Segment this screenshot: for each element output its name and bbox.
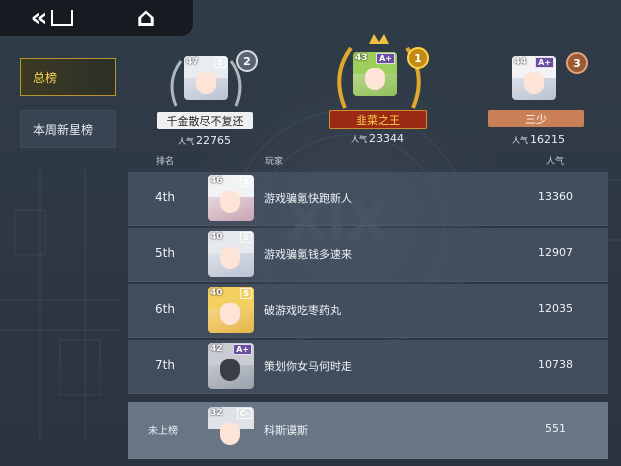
player-name: 三少 — [488, 110, 584, 127]
popularity-label: 人气 — [178, 137, 194, 146]
row-player-name: 破游戏吃枣药丸 — [264, 304, 341, 317]
row-score: 12907 — [538, 246, 573, 259]
tab-overall[interactable]: 总榜 — [20, 58, 116, 96]
avatar: 47 S — [184, 56, 228, 100]
row-player-name: 游戏骗氪快跑新人 — [264, 192, 352, 205]
avatar: 40 S — [208, 231, 254, 277]
column-popularity: 人气 — [546, 157, 565, 167]
rank-badge-1: 1 — [407, 47, 429, 69]
row-score: 551 — [545, 422, 566, 435]
top-bar: « ⌂ — [0, 0, 193, 36]
rarity-badge: A+ — [535, 57, 554, 68]
row-player-name: 科斯谟斯 — [264, 424, 308, 437]
row-rank: 7th — [155, 358, 175, 372]
row-rank: 4th — [155, 190, 175, 204]
rarity-badge: A+ — [376, 53, 395, 64]
player-name: 千金散尽不复还 — [157, 112, 253, 129]
back-button[interactable]: « — [22, 0, 82, 36]
level-label: 40 — [210, 288, 223, 298]
column-player: 玩家 — [265, 157, 284, 167]
rank-badge-2: 2 — [236, 50, 258, 72]
level-label: 43 — [355, 53, 368, 63]
row-player-name: 游戏骗氪钱多速来 — [264, 248, 352, 261]
level-label: 40 — [210, 232, 223, 242]
rank-badge-3: 3 — [566, 52, 588, 74]
row-score: 13360 — [538, 190, 573, 203]
table-row[interactable]: 7th 42 A+ 策划你女马何时走 10738 — [128, 340, 608, 394]
ranking-tabs: 总榜 本周新星榜 — [20, 58, 116, 162]
popularity-value: 16215 — [530, 133, 565, 146]
table-row[interactable]: 5th 40 S 游戏骗氪钱多速来 12907 — [128, 228, 608, 282]
rarity-badge: A+ — [233, 344, 252, 355]
home-button[interactable]: ⌂ — [128, 0, 164, 36]
level-label: 47 — [186, 57, 199, 67]
home-icon: ⌂ — [136, 3, 156, 33]
level-label: 44 — [514, 57, 527, 67]
podium-rank-1[interactable]: 43 A+ 1 韭菜之王 人气 23344 — [327, 30, 431, 148]
row-player-name: 策划你女马何时走 — [264, 360, 352, 373]
level-label: 42 — [210, 344, 223, 354]
row-score: 12035 — [538, 302, 573, 315]
avatar: 46 S — [208, 175, 254, 221]
rarity-badge: S — [240, 176, 252, 187]
popularity-value: 22765 — [196, 134, 231, 147]
avatar: 40 S — [208, 287, 254, 333]
tab-weekly-new-star[interactable]: 本周新星榜 — [20, 110, 116, 148]
row-rank: 6th — [155, 302, 175, 316]
avatar: 42 A+ — [208, 343, 254, 389]
rarity-badge: S — [240, 232, 252, 243]
rarity-badge: S — [240, 288, 252, 299]
table-header: 排名 玩家 人气 — [128, 150, 608, 170]
avatar: 44 A+ — [512, 56, 556, 100]
tab-label: 总榜 — [33, 70, 58, 85]
avatar: 43 A+ — [353, 52, 397, 96]
podium-rank-3[interactable]: 44 A+ 3 三少 人气 16215 — [486, 50, 588, 150]
rarity-badge: S — [214, 57, 226, 68]
popularity-value: 23344 — [369, 132, 404, 145]
level-label: 46 — [210, 176, 223, 186]
avatar: 32 C- — [208, 407, 254, 453]
table-row[interactable]: 6th 40 S 破游戏吃枣药丸 12035 — [128, 284, 608, 338]
row-rank: 未上榜 — [148, 426, 178, 437]
table-row[interactable]: 4th 46 S 游戏骗氪快跑新人 13360 — [128, 172, 608, 226]
back-bar-icon — [51, 10, 74, 26]
popularity-label: 人气 — [351, 135, 367, 144]
column-rank: 排名 — [156, 157, 175, 167]
row-rank: 5th — [155, 246, 175, 260]
back-icon: « — [30, 3, 48, 33]
podium-rank-2[interactable]: 47 S 2 千金散尽不复还 人气 22765 — [156, 46, 258, 147]
popularity-label: 人气 — [512, 136, 528, 145]
level-label: 32 — [210, 408, 223, 418]
player-name: 韭菜之王 — [329, 110, 427, 129]
row-score: 10738 — [538, 358, 573, 371]
self-rank-row[interactable]: 未上榜 32 C- 科斯谟斯 551 — [128, 402, 608, 459]
tab-label: 本周新星榜 — [33, 122, 94, 137]
rarity-badge: C- — [236, 408, 252, 419]
